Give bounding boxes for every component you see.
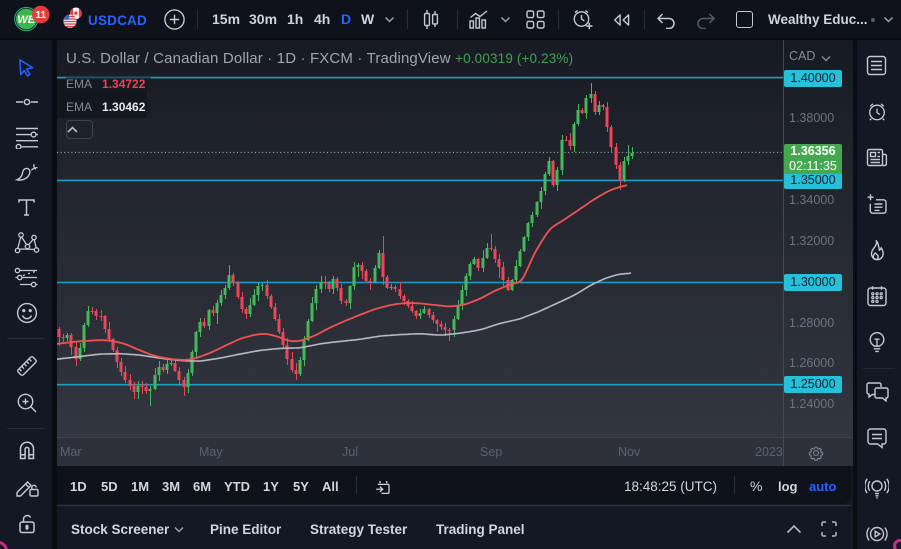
svg-text:11: 11 [36,10,47,21]
